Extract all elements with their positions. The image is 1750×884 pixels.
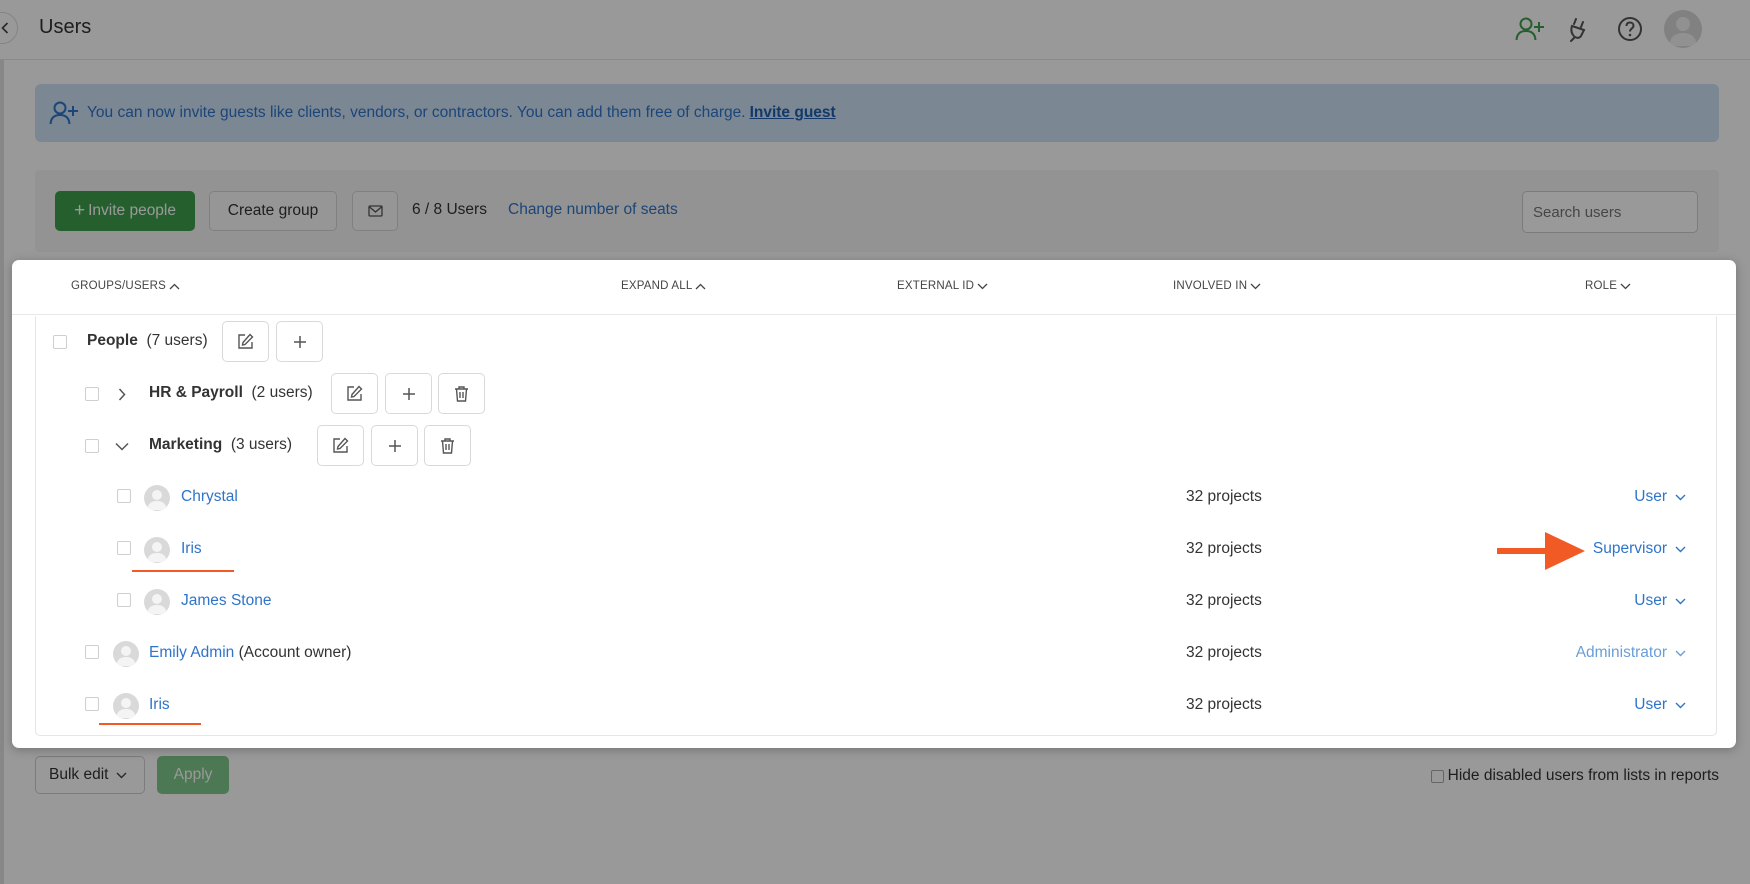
table-body: People (7 users) HR & Payroll (2 users) xyxy=(35,316,1717,736)
role-label: Supervisor xyxy=(1592,540,1667,557)
avatar xyxy=(144,537,170,563)
edit-icon xyxy=(238,333,254,349)
column-label: GROUPS/USERS xyxy=(71,280,167,292)
chevron-down-icon[interactable] xyxy=(114,438,130,454)
table-row: Emily Admin (Account owner) 32 projects … xyxy=(36,628,1716,680)
plus-icon xyxy=(402,387,415,400)
role-label: Administrator xyxy=(1575,644,1667,661)
group-name: Marketing xyxy=(149,436,223,453)
table-row: Iris 32 projects User xyxy=(36,680,1716,732)
column-label: INVOLVED IN xyxy=(1173,280,1248,292)
highlight-underline xyxy=(99,723,201,725)
edit-group-button[interactable] xyxy=(222,321,269,362)
role-dropdown[interactable]: User xyxy=(1634,592,1686,610)
role-dropdown[interactable]: User xyxy=(1634,696,1686,714)
column-groups-users[interactable]: GROUPS/USERS xyxy=(71,280,180,292)
chevron-up-icon xyxy=(696,283,706,289)
chevron-down-icon xyxy=(1675,702,1686,708)
add-to-group-button[interactable] xyxy=(276,321,323,362)
row-checkbox[interactable] xyxy=(53,335,67,349)
avatar xyxy=(113,641,139,667)
avatar xyxy=(144,485,170,511)
user-name-link[interactable]: Chrystal xyxy=(181,488,238,506)
involved-projects: 32 projects xyxy=(1186,644,1262,661)
trash-icon xyxy=(455,386,468,402)
chevron-down-icon xyxy=(1675,650,1686,656)
user-name-link[interactable]: Iris xyxy=(181,540,202,558)
chevron-down-icon xyxy=(1675,494,1686,500)
trash-icon xyxy=(441,438,454,454)
group-count: (3 users) xyxy=(230,436,292,453)
row-checkbox[interactable] xyxy=(85,439,99,453)
user-name-link[interactable]: Iris xyxy=(149,696,170,714)
user-name-entry: Emily Admin (Account owner) xyxy=(149,644,351,662)
edit-group-button[interactable] xyxy=(317,425,364,466)
chevron-down-icon xyxy=(1675,598,1686,604)
group-count: (2 users) xyxy=(251,384,313,401)
column-label: EXPAND ALL xyxy=(621,280,693,292)
user-name-link[interactable]: Emily Admin xyxy=(149,644,234,661)
avatar xyxy=(144,589,170,615)
delete-group-button[interactable] xyxy=(424,425,471,466)
table-row: Chrystal 32 projects User xyxy=(36,472,1716,524)
column-expand-all[interactable]: EXPAND ALL xyxy=(621,280,706,292)
involved-projects: 32 projects xyxy=(1186,592,1262,609)
column-involved-in[interactable]: INVOLVED IN xyxy=(1173,280,1261,292)
chevron-down-icon xyxy=(1250,283,1261,289)
column-role[interactable]: ROLE xyxy=(1585,280,1631,292)
table-row: Iris 32 projects Supervisor xyxy=(36,524,1716,576)
role-dropdown[interactable]: User xyxy=(1634,488,1686,506)
table-row: James Stone 32 projects User xyxy=(36,576,1716,628)
role-dropdown[interactable]: Supervisor xyxy=(1593,540,1686,558)
column-external-id[interactable]: EXTERNAL ID xyxy=(897,280,988,292)
highlight-underline xyxy=(132,570,234,572)
row-checkbox[interactable] xyxy=(85,645,99,659)
row-checkbox[interactable] xyxy=(85,387,99,401)
group-row-marketing: Marketing (3 users) xyxy=(36,420,1716,472)
account-owner-note: (Account owner) xyxy=(238,644,352,661)
role-label: User xyxy=(1634,592,1667,609)
row-checkbox[interactable] xyxy=(117,593,131,607)
edit-group-button[interactable] xyxy=(331,373,378,414)
group-row-hr-payroll: HR & Payroll (2 users) xyxy=(36,368,1716,420)
involved-projects: 32 projects xyxy=(1186,540,1262,557)
users-table-card: GROUPS/USERS EXPAND ALL EXTERNAL ID INVO… xyxy=(12,260,1736,748)
chevron-down-icon xyxy=(1620,283,1631,289)
edit-icon xyxy=(347,385,363,401)
column-label: EXTERNAL ID xyxy=(897,280,975,292)
involved-projects: 32 projects xyxy=(1186,488,1262,505)
involved-projects: 32 projects xyxy=(1186,696,1262,713)
group-row-people: People (7 users) xyxy=(36,316,1716,368)
row-checkbox[interactable] xyxy=(117,489,131,503)
column-label: ROLE xyxy=(1585,280,1618,292)
group-label: HR & Payroll (2 users) xyxy=(149,384,313,402)
chevron-down-icon xyxy=(1675,546,1686,552)
role-label: User xyxy=(1634,488,1667,505)
group-label: People (7 users) xyxy=(87,332,208,350)
row-checkbox[interactable] xyxy=(117,541,131,555)
chevron-down-icon xyxy=(977,283,988,289)
plus-icon xyxy=(388,439,401,452)
chevron-up-icon xyxy=(169,283,180,289)
add-to-group-button[interactable] xyxy=(371,425,418,466)
edit-icon xyxy=(333,437,349,453)
row-checkbox[interactable] xyxy=(85,697,99,711)
group-name: HR & Payroll xyxy=(149,384,243,401)
role-dropdown[interactable]: Administrator xyxy=(1576,644,1686,662)
group-label: Marketing (3 users) xyxy=(149,436,292,454)
add-to-group-button[interactable] xyxy=(385,373,432,414)
table-header: GROUPS/USERS EXPAND ALL EXTERNAL ID INVO… xyxy=(12,260,1736,315)
arrow-annotation-icon xyxy=(1497,532,1585,570)
group-count: (7 users) xyxy=(146,332,208,349)
user-name-link[interactable]: James Stone xyxy=(181,592,271,610)
delete-group-button[interactable] xyxy=(438,373,485,414)
plus-icon xyxy=(293,335,306,348)
avatar xyxy=(113,693,139,719)
group-name: People xyxy=(87,332,138,349)
chevron-right-icon[interactable] xyxy=(114,386,130,402)
role-label: User xyxy=(1634,696,1667,713)
